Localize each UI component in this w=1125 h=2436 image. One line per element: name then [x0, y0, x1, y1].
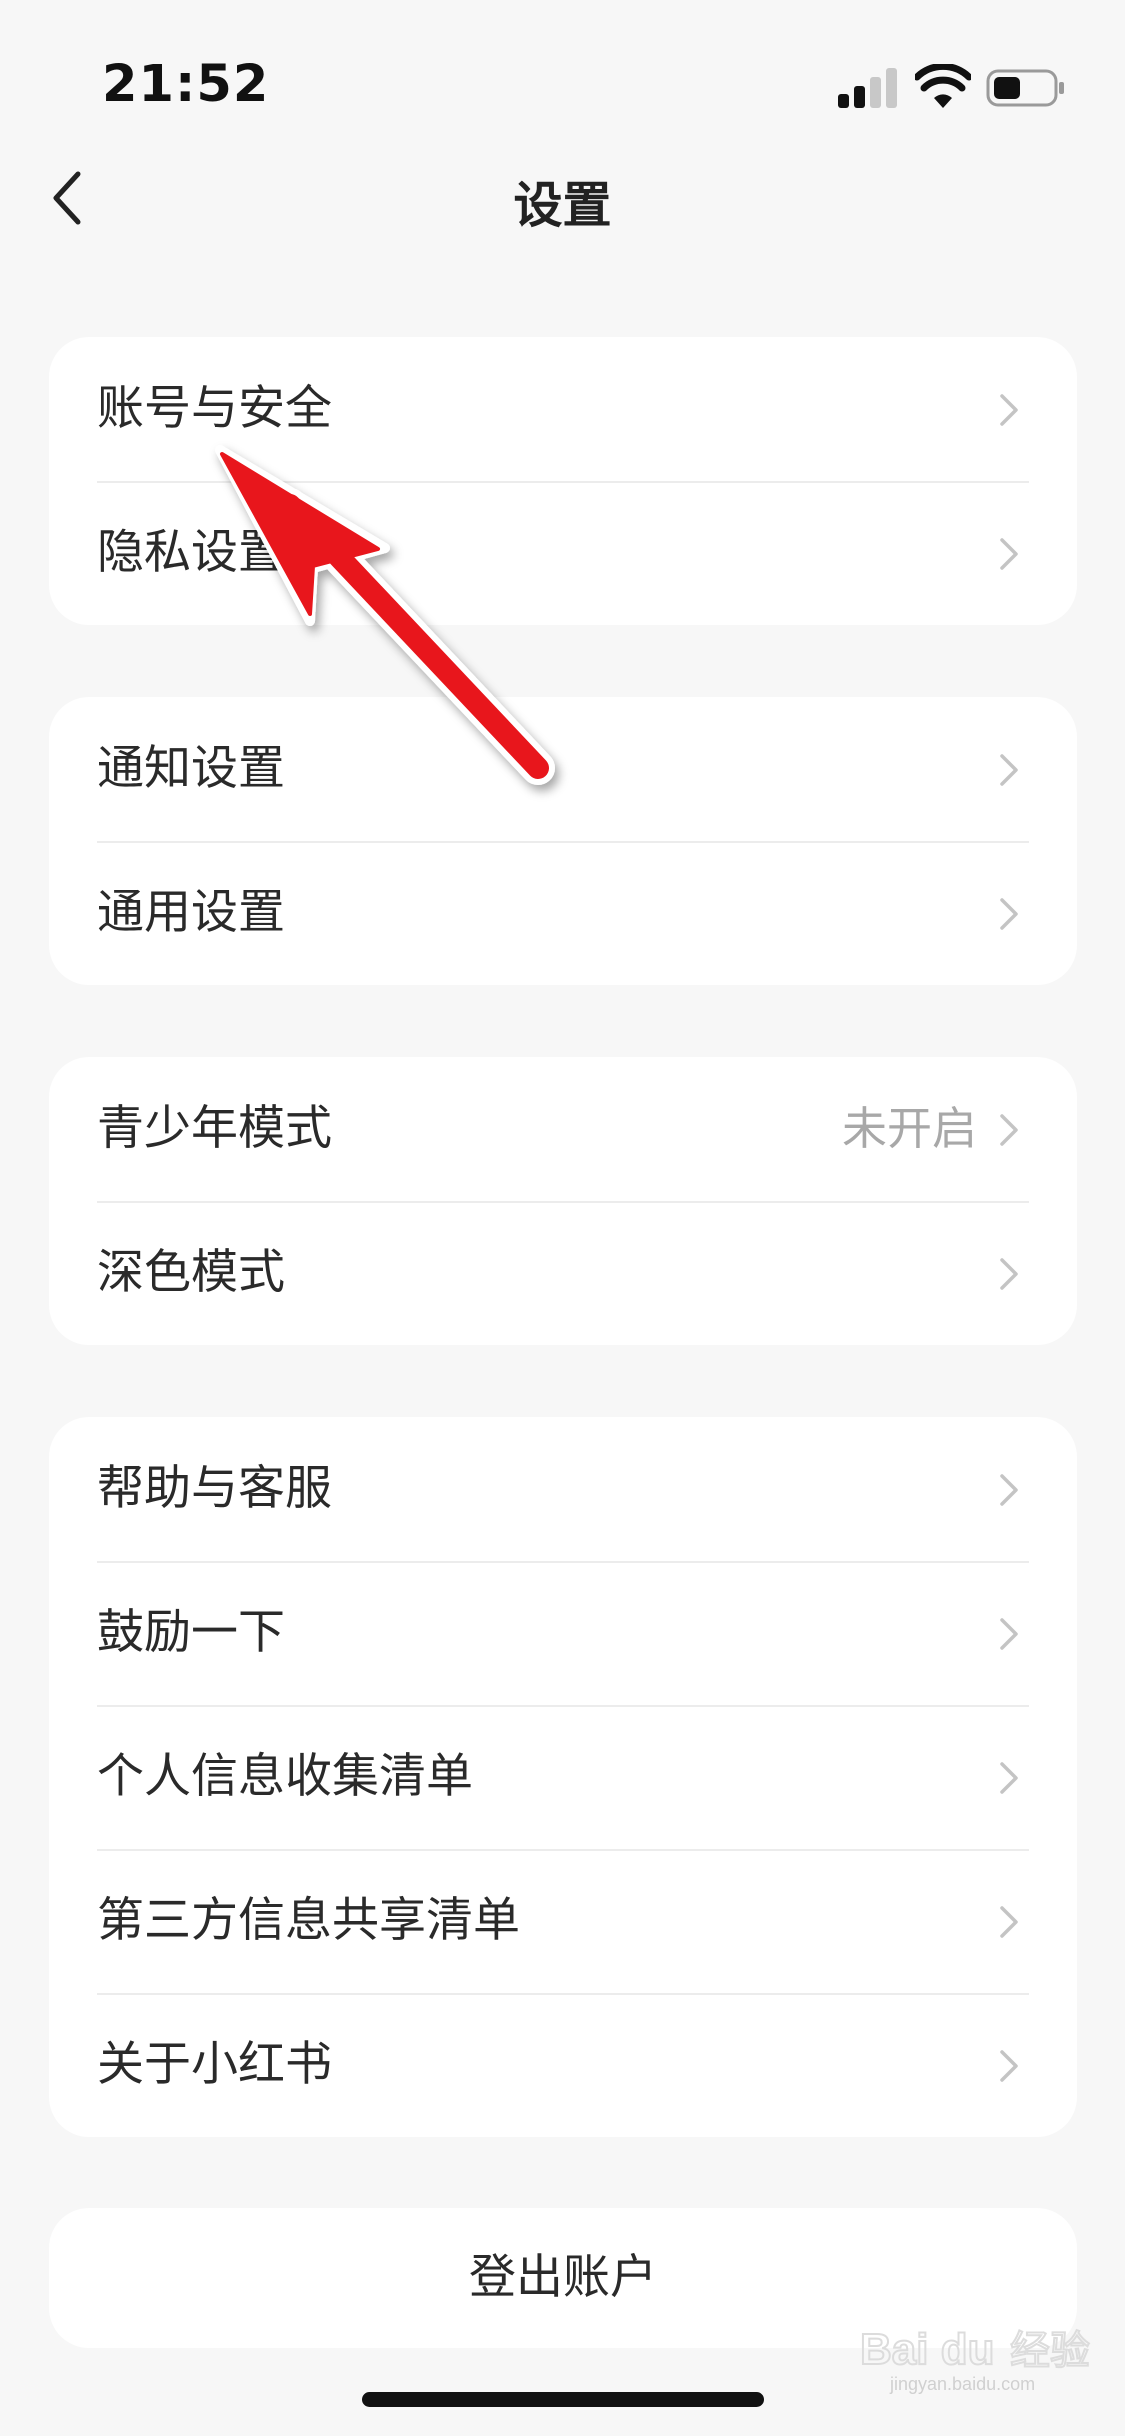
privacy-settings-label: 隐私设置: [97, 525, 285, 580]
about-label: 关于小红书: [97, 2037, 332, 2092]
settings-group-modes: 青少年模式 未开启 深色模式: [49, 1057, 1077, 1345]
help-service-item[interactable]: 帮助与客服: [49, 1417, 1077, 1561]
third-party-sharing-item[interactable]: 第三方信息共享清单: [49, 1849, 1077, 1993]
home-indicator: [362, 2392, 764, 2407]
notification-settings-label: 通知设置: [97, 741, 285, 796]
chevron-right-icon: [1000, 898, 1018, 930]
third-party-sharing-label: 第三方信息共享清单: [97, 1893, 520, 1948]
chevron-right-icon: [1000, 394, 1018, 426]
general-settings-item[interactable]: 通用设置: [49, 841, 1077, 985]
chevron-right-icon: [1000, 1114, 1018, 1146]
chevron-right-icon: [1000, 754, 1018, 786]
privacy-settings-item[interactable]: 隐私设置: [49, 481, 1077, 625]
cellular-signal-icon: [838, 68, 898, 108]
teen-mode-status: 未开启: [841, 1102, 977, 1155]
teen-mode-item[interactable]: 青少年模式 未开启: [49, 1057, 1077, 1201]
chevron-right-icon: [1000, 1474, 1018, 1506]
general-settings-label: 通用设置: [97, 885, 285, 940]
teen-mode-label: 青少年模式: [97, 1101, 332, 1156]
battery-icon: [986, 69, 1064, 107]
page-title: 设置: [513, 177, 612, 234]
dark-mode-item[interactable]: 深色模式: [49, 1201, 1077, 1345]
personal-info-list-label: 个人信息收集清单: [97, 1749, 473, 1804]
chevron-right-icon: [1000, 1906, 1018, 1938]
encourage-item[interactable]: 鼓励一下: [49, 1561, 1077, 1705]
chevron-right-icon: [1000, 1618, 1018, 1650]
svg-text:经验: 经验: [1010, 2328, 1090, 2374]
help-service-label: 帮助与客服: [97, 1461, 332, 1516]
svg-text:jingyan.baidu.com: jingyan.baidu.com: [889, 2374, 1035, 2394]
status-time: 21:52: [102, 55, 270, 114]
chevron-right-icon: [1000, 538, 1018, 570]
settings-group-about: 帮助与客服 鼓励一下 个人信息收集清单 第三方信息共享清单 关于小红书: [49, 1417, 1077, 2137]
chevron-right-icon: [1000, 2050, 1018, 2082]
settings-group-notifications: 通知设置 通用设置: [49, 697, 1077, 985]
personal-info-list-item[interactable]: 个人信息收集清单: [49, 1705, 1077, 1849]
encourage-label: 鼓励一下: [97, 1605, 285, 1660]
about-item[interactable]: 关于小红书: [49, 1993, 1077, 2137]
chevron-right-icon: [1000, 1258, 1018, 1290]
notification-settings-item[interactable]: 通知设置: [49, 697, 1077, 841]
chevron-right-icon: [1000, 1762, 1018, 1794]
status-bar: 21:52: [0, 0, 1125, 150]
account-security-item[interactable]: 账号与安全: [49, 337, 1077, 481]
baidu-jingyan-watermark: Bai du 经验 jingyan.baidu.com: [860, 2324, 1091, 2394]
settings-group-account: 账号与安全 隐私设置: [49, 337, 1077, 625]
account-security-label: 账号与安全: [97, 381, 332, 436]
dark-mode-label: 深色模式: [97, 1245, 285, 1300]
wifi-icon: [915, 64, 971, 108]
svg-text:Bai du: Bai du: [860, 2325, 994, 2374]
